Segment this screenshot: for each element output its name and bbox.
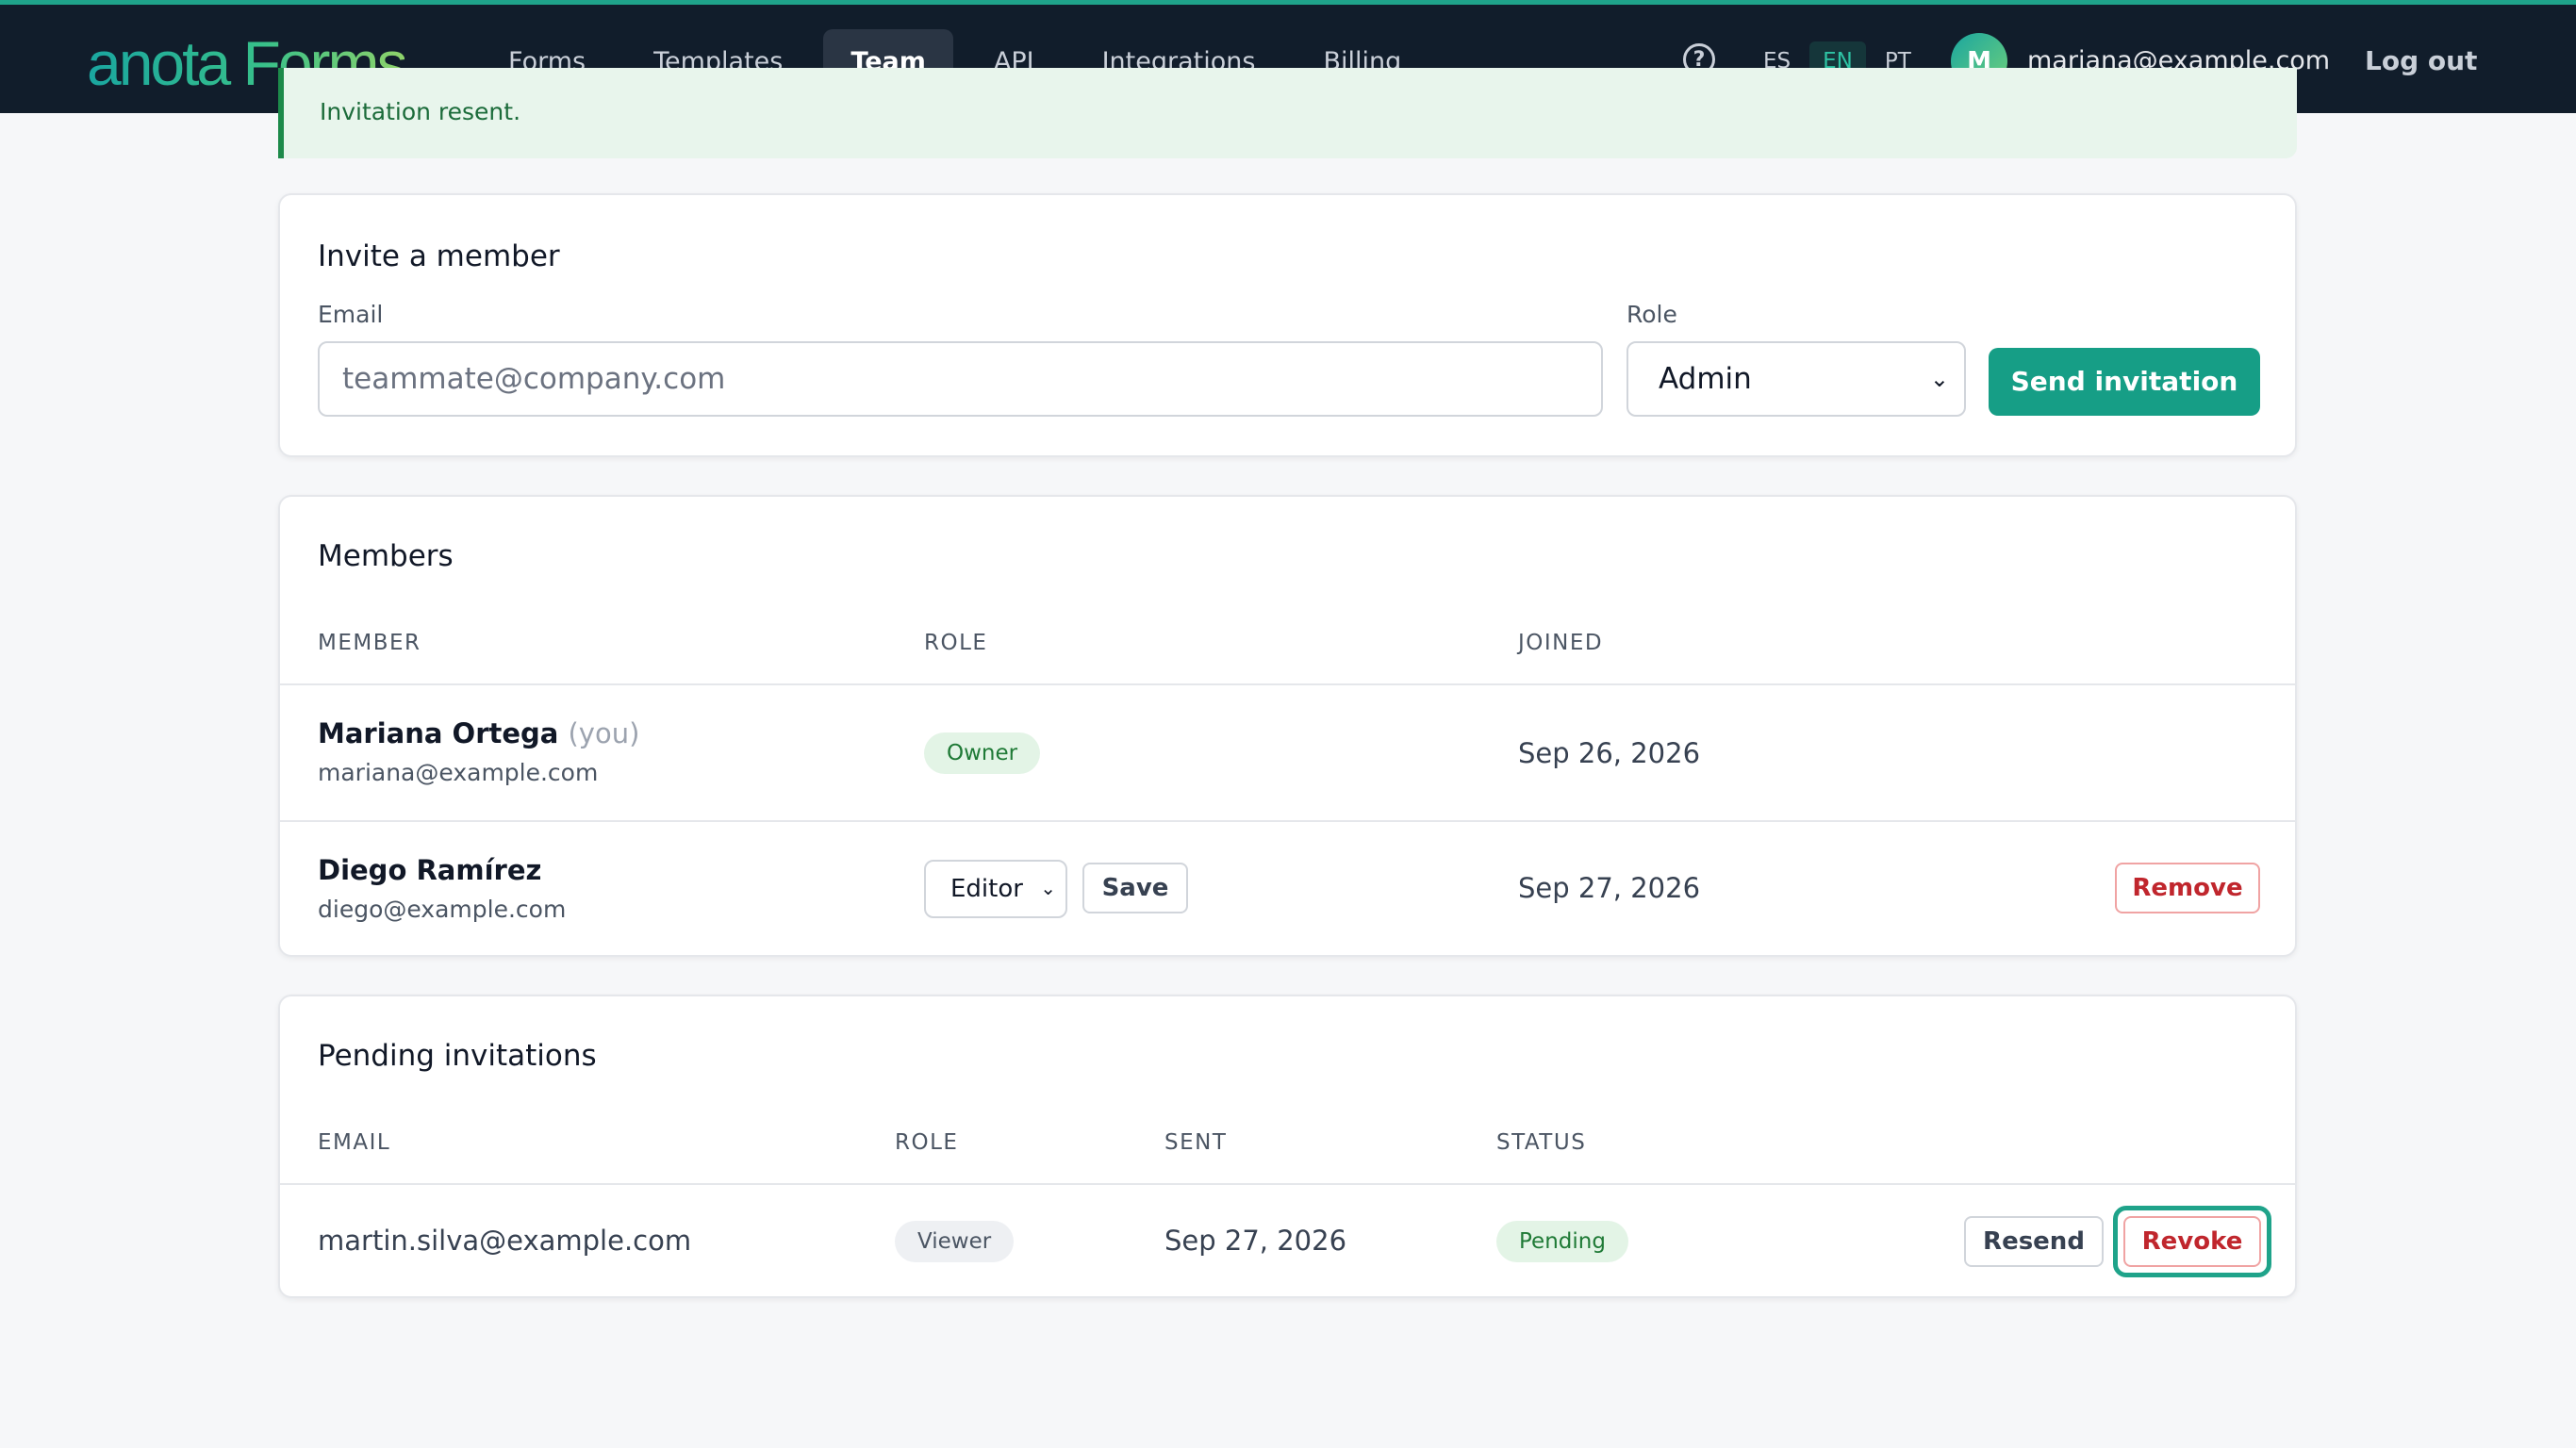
status-badge: Pending [1496,1221,1628,1262]
invitation-email: martin.silva@example.com [318,1225,692,1257]
member-email: diego@example.com [318,896,567,923]
column-header-sent: SENT [1164,1130,1228,1155]
email-field[interactable] [318,341,1603,417]
member-role-value: Editor [950,875,1023,903]
remove-member-button[interactable]: Remove [2115,863,2260,913]
resend-invitation-button[interactable]: Resend [1964,1216,2104,1267]
role-select[interactable]: Admin ⌄ [1627,341,1966,417]
pending-invitations-card: Pending invitations EMAIL ROLE SENT STAT… [278,995,2297,1298]
column-header-status: STATUS [1496,1130,1587,1155]
role-select-value: Admin [1659,362,1752,396]
flash-text: Invitation resent. [320,98,521,125]
joined-date: Sep 26, 2026 [1518,737,1701,769]
logout-button[interactable]: Log out [2365,41,2477,82]
member-email: mariana@example.com [318,759,599,786]
chevron-down-icon: ⌄ [1040,877,1056,899]
members-title: Members [318,539,454,573]
invite-member-card: Invite a member Email Role Admin ⌄ Send … [278,193,2297,457]
email-label: Email [318,301,384,328]
member-name: Mariana Ortega (you) [318,716,639,750]
member-role-select[interactable]: Editor ⌄ [924,860,1067,918]
members-card: Members MEMBER ROLE JOINED Mariana Orteg… [278,495,2297,957]
column-header-email: EMAIL [318,1130,391,1155]
column-header-role: ROLE [924,631,988,655]
column-header-joined: JOINED [1518,631,1604,655]
column-header-role: ROLE [895,1130,959,1155]
invite-title: Invite a member [318,239,560,273]
invitations-title: Pending invitations [318,1039,597,1073]
joined-date: Sep 27, 2026 [1518,872,1701,904]
role-badge-owner: Owner [924,732,1041,774]
revoke-invitation-button[interactable]: Revoke [2123,1216,2261,1267]
table-divider [280,820,2295,822]
role-badge-viewer: Viewer [895,1221,1015,1262]
table-divider [280,683,2295,685]
column-header-member: MEMBER [318,631,421,655]
save-role-button[interactable]: Save [1082,863,1188,913]
table-divider [280,1183,2295,1185]
send-invitation-button[interactable]: Send invitation [1989,348,2260,416]
you-indicator: (you) [568,717,640,749]
chevron-down-icon: ⌄ [1929,366,1949,392]
flash-message: Invitation resent. [278,68,2297,158]
member-name: Diego Ramírez [318,854,542,886]
sent-date: Sep 27, 2026 [1164,1225,1347,1257]
role-label: Role [1627,301,1677,328]
member-name-text: Mariana Ortega [318,717,559,749]
